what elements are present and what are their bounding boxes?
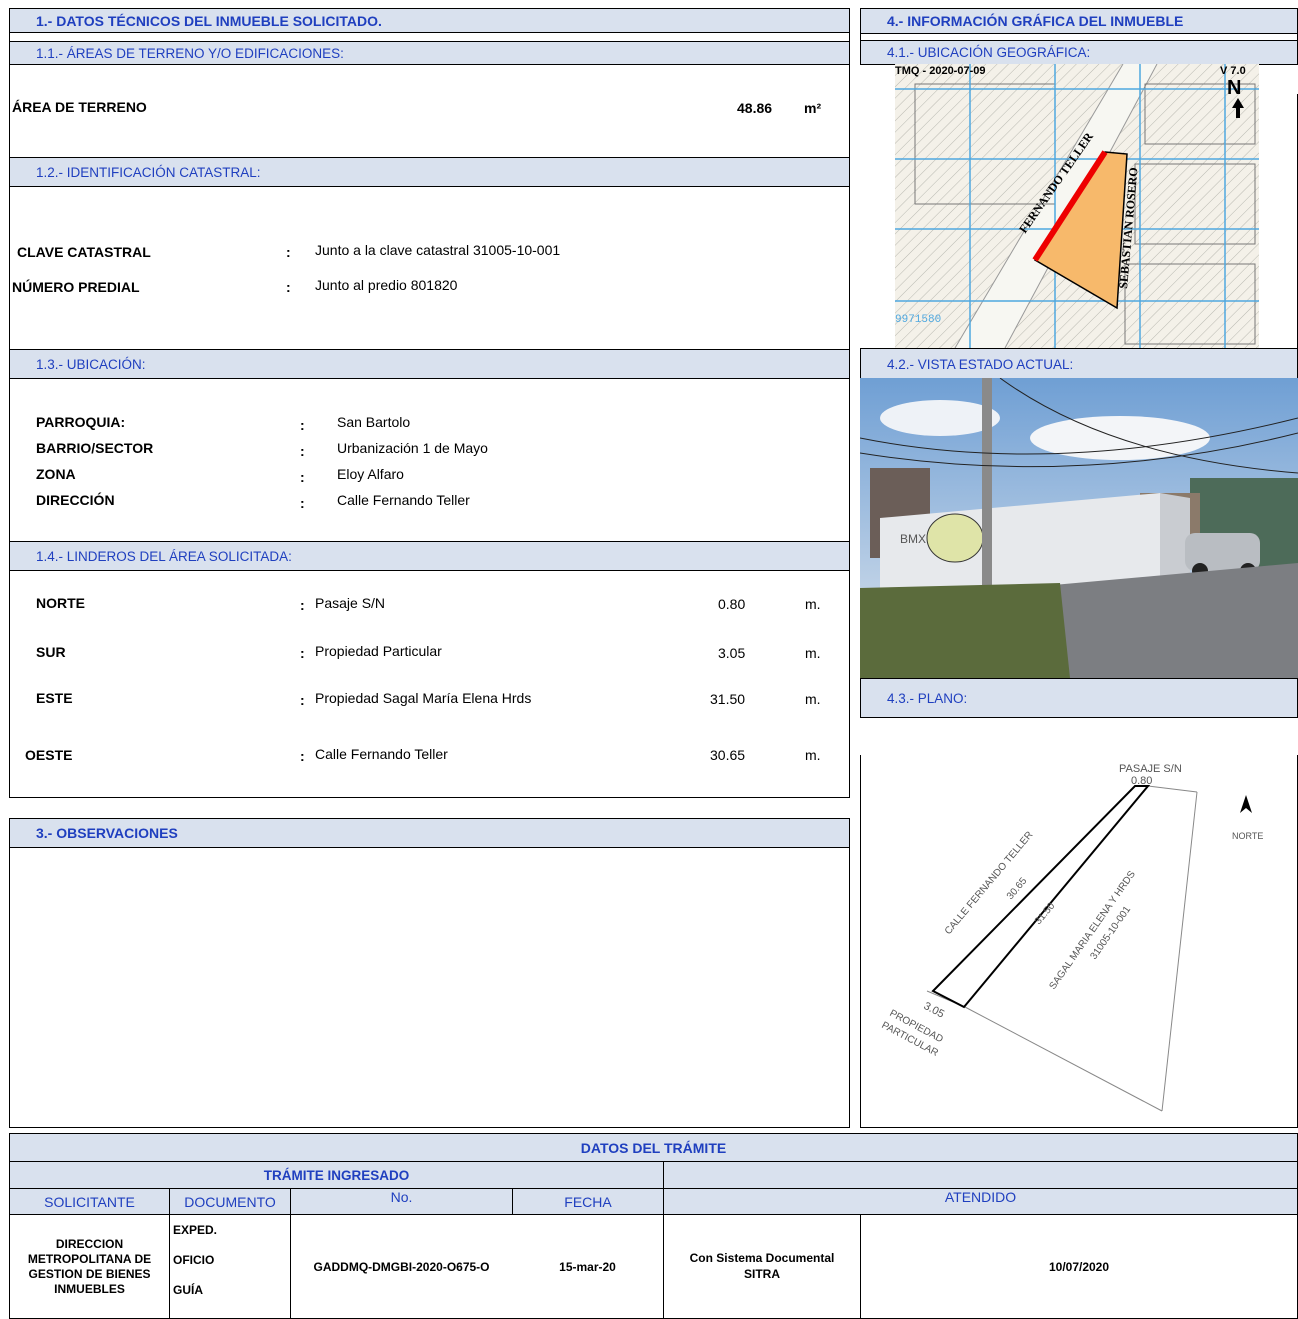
tramite-title: DATOS DEL TRÁMITE [9,1133,1298,1162]
section-1-4-title: 1.4.- LINDEROS DEL ÁREA SOLICITADA: [10,541,849,571]
predial-colon: : [286,279,291,295]
section-1-2-title: 1.2.- IDENTIFICACIÓN CATASTRAL: [10,157,849,187]
map-coord: 9971580 [895,314,941,326]
section-4-3-title: 4.3.- PLANO: [861,679,1297,717]
location-map: TMQ - 2020-07-09 V 7.0 N FERNANDO TELLER… [895,64,1259,348]
map-north: N [1227,77,1241,99]
doc-oficio: OFICIO [173,1253,215,1267]
plan-norte: NORTE [1232,831,1263,841]
lindero-len: 0.80 [718,596,746,612]
direccion-label: DIRECCIÓN [36,492,115,508]
north-arrow-icon [1240,795,1252,813]
fecha-value: 15-mar-20 [512,1214,664,1319]
header-no: No. [290,1188,513,1215]
tramite-ingresado: TRÁMITE INGRESADO [9,1161,664,1189]
direccion-value: Calle Fernando Teller [337,492,470,508]
map-stamp: TMQ - 2020-07-09 [895,65,985,77]
plan-sagal: SAGAL MARIA ELENA Y HRDS [1047,869,1138,992]
clave-colon: : [286,244,291,260]
section-4-header-box: 4.- INFORMACIÓN GRÁFICA DEL INMUEBLE 4.1… [860,8,1298,65]
parroquia-colon: : [300,417,305,433]
plan-pasaje: PASAJE S/N [1119,763,1182,775]
zona-label: ZONA [36,466,76,482]
section-1-title: 1.- DATOS TÉCNICOS DEL INMUEBLE SOLICITA… [10,9,849,33]
plan-sur-len: 3.05 [922,1000,947,1021]
solicitante-value: DIRECCION METROPOLITANA DE GESTION DE BI… [9,1214,170,1319]
lindero-desc: Calle Fernando Teller [315,746,448,762]
section-4-2-title: 4.2.- VISTA ESTADO ACTUAL: [861,349,1297,379]
section-3-title: 3.- OBSERVACIONES [10,819,849,848]
lindero-len: 3.05 [718,645,746,661]
lindero-unit: m. [805,691,821,707]
parroquia-value: San Bartolo [337,414,411,430]
parroquia-label: PARROQUIA: [36,414,126,430]
header-fecha: FECHA [512,1188,664,1215]
lindero-len: 30.65 [710,747,746,763]
header-atendido: ATENDIDO [663,1188,1298,1215]
lindero-dir: NORTE [36,595,85,611]
lindero-dir: ESTE [36,690,73,706]
doc-guia: GUÍA [173,1283,203,1297]
map-drawing: TMQ - 2020-07-09 V 7.0 N FERNANDO TELLER… [895,64,1259,348]
numero-value: GADDMQ-DMGBI-2020-O675-O [290,1214,513,1319]
lindero-dir: SUR [36,644,66,660]
section-4-2-header: 4.2.- VISTA ESTADO ACTUAL: [860,348,1298,379]
direccion-colon: : [300,495,305,511]
plan-panel: PASAJE S/N 0.80 NORTE CALLE FERNANDO TEL… [860,755,1298,1128]
zona-colon: : [300,469,305,485]
section-1-3-title: 1.3.- UBICACIÓN: [10,349,849,379]
lindero-unit: m. [805,645,821,661]
photo-drawing: BMX [860,378,1298,678]
predial-value: Junto al predio 801820 [315,277,458,293]
section-1-panel: 1.- DATOS TÉCNICOS DEL INMUEBLE SOLICITA… [9,8,850,798]
current-state-photo: BMX [860,378,1298,678]
section-4-1-title: 4.1.- UBICACIÓN GEOGRÁFICA: [861,40,1297,64]
clave-label: CLAVE CATASTRAL [17,244,151,260]
predial-label: NÚMERO PREDIAL [12,279,140,295]
atendido-value: Con Sistema Documental SITRA [663,1214,861,1319]
doc-exped: EXPED. [173,1223,218,1237]
section-1-1-title: 1.1.- ÁREAS DE TERRENO Y/O EDIFICACIONES… [10,41,849,65]
header-documento: DOCUMENTO [169,1188,291,1215]
section-3-panel: 3.- OBSERVACIONES [9,818,850,1128]
section-4-title: 4.- INFORMACIÓN GRÁFICA DEL INMUEBLE [861,9,1297,34]
section-4-3-header: 4.3.- PLANO: [860,678,1298,718]
plan-este-len: 31.50 [1033,900,1058,927]
area-label: ÁREA DE TERRENO [12,99,147,115]
lindero-colon: : [300,645,305,661]
map-version: V 7.0 [1220,65,1246,77]
barrio-label: BARRIO/SECTOR [36,440,154,456]
plan-drawing: PASAJE S/N 0.80 NORTE CALLE FERNANDO TEL… [880,763,1263,1112]
lindero-unit: m. [805,747,821,763]
atendido-fecha: 10/07/2020 [860,1214,1298,1319]
lindero-colon: : [300,597,305,613]
plan-norte-len: 0.80 [1131,775,1152,787]
lindero-desc: Propiedad Sagal María Elena Hrds [315,690,532,706]
area-value: 48.86 [737,100,773,116]
lindero-unit: m. [805,596,821,612]
header-solicitante: SOLICITANTE [9,1188,170,1215]
observaciones-area[interactable] [10,848,849,1127]
lindero-colon: : [300,692,305,708]
lindero-dir: OESTE [25,747,73,763]
lindero-colon: : [300,748,305,764]
lindero-desc: Propiedad Particular [315,643,442,659]
lindero-len: 31.50 [710,691,746,707]
area-unit: m² [804,100,822,116]
barrio-value: Urbanización 1 de Mayo [337,440,488,456]
barrio-colon: : [300,443,305,459]
zona-value: Eloy Alfaro [337,466,404,482]
clave-value: Junto a la clave catastral 31005-10-001 [315,242,561,258]
svg-text:BMX: BMX [900,532,926,546]
tramite-ingresado-right [663,1161,1298,1189]
lindero-desc: Pasaje S/N [315,595,386,611]
